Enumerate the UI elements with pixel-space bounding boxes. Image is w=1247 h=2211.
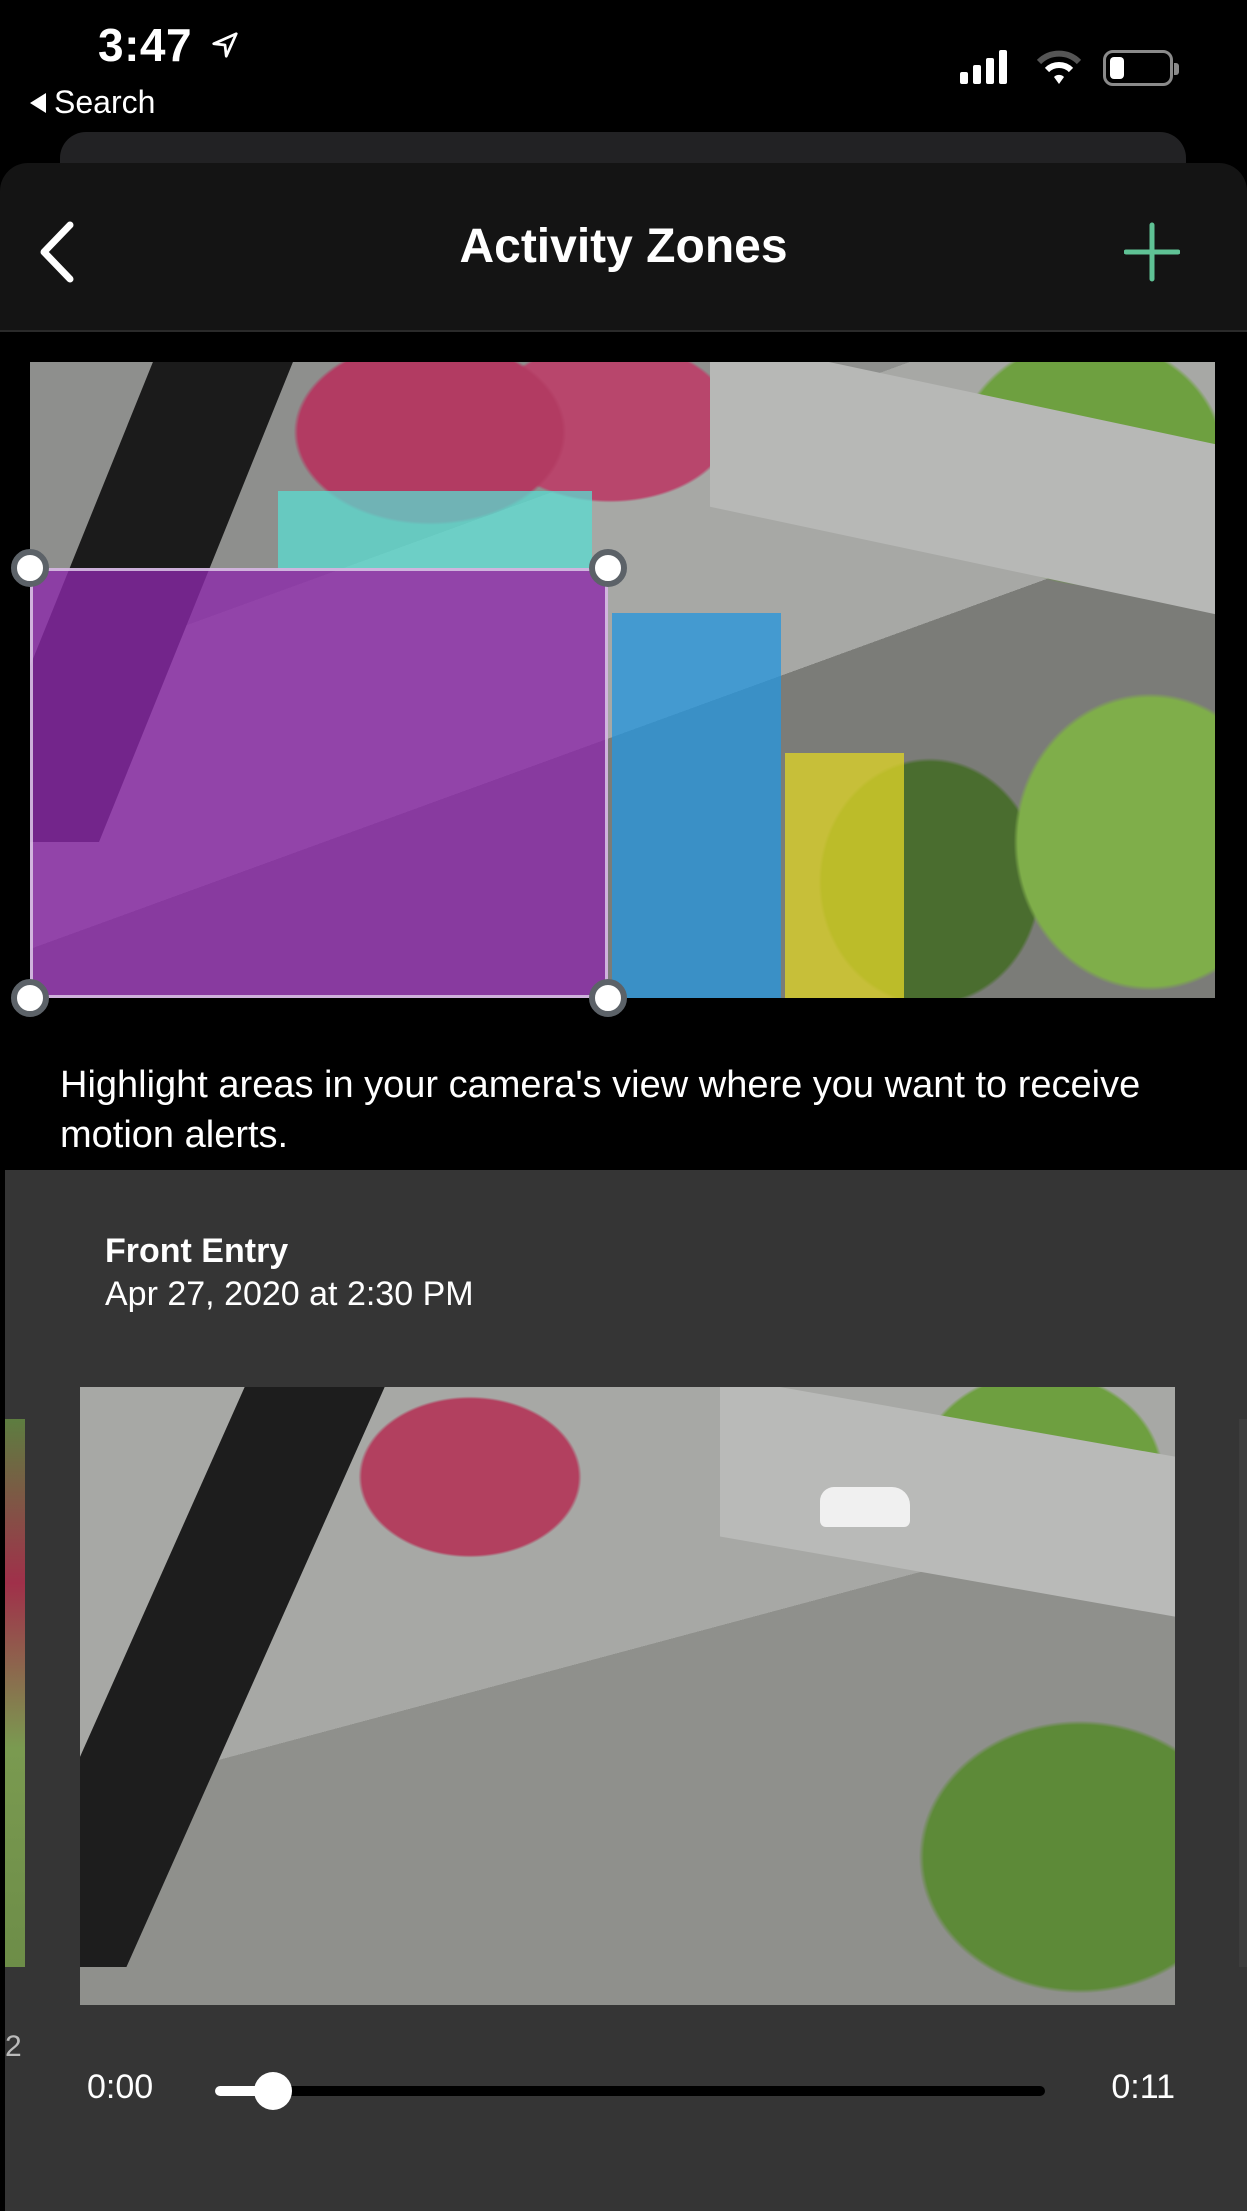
scrubber-thumb[interactable] — [253, 2072, 292, 2110]
activity-zone-yellow[interactable] — [785, 753, 904, 998]
current-time: 0:00 — [87, 2068, 154, 2106]
wifi-icon — [1037, 50, 1081, 84]
back-triangle-icon — [30, 92, 46, 113]
page-title: Activity Zones — [459, 220, 788, 273]
cellular-signal-icon — [960, 50, 1007, 84]
zones-description: Highlight areas in your camera's view wh… — [60, 1064, 1141, 1156]
resize-handle-bottom-right[interactable] — [589, 979, 627, 1017]
event-timestamp: Apr 27, 2020 at 2:30 PM — [105, 1275, 474, 1313]
activity-zone-purple-selected[interactable] — [30, 568, 608, 998]
camera-road — [710, 362, 1215, 618]
resize-handle-top-right[interactable] — [589, 549, 627, 587]
camera-name: Front Entry — [105, 1232, 289, 1270]
video-post — [80, 1387, 394, 1967]
video-player-controls: 0:00 0:11 — [5, 2060, 1247, 2120]
video-car — [820, 1487, 910, 1527]
previous-clip-peek[interactable] — [5, 1419, 25, 1967]
next-clip-peek[interactable] — [1239, 1419, 1247, 1967]
video-road — [720, 1387, 1175, 1618]
previous-clip-label: 2 — [5, 2030, 22, 2063]
activity-zone-cyan[interactable] — [278, 491, 592, 571]
resize-handle-bottom-left[interactable] — [11, 979, 49, 1017]
scrubber-track[interactable] — [215, 2072, 1045, 2110]
resize-handle-top-left[interactable] — [11, 549, 49, 587]
zone-editor[interactable] — [11, 362, 1215, 1017]
activity-zone-blue[interactable] — [612, 613, 781, 998]
battery-icon — [1103, 50, 1179, 86]
navigation-header: Activity Zones — [0, 163, 1247, 332]
event-card: Front Entry Apr 27, 2020 at 2:30 PM 2 0:… — [5, 1170, 1247, 2211]
back-to-search-link[interactable]: Search — [30, 84, 155, 121]
back-to-search-label: Search — [54, 84, 156, 120]
duration: 0:11 — [1111, 2068, 1175, 2106]
add-zone-button[interactable] — [1124, 219, 1180, 285]
status-time: 3:47 — [98, 19, 193, 71]
event-video[interactable] — [80, 1387, 1175, 2005]
location-arrow-icon — [212, 32, 238, 58]
